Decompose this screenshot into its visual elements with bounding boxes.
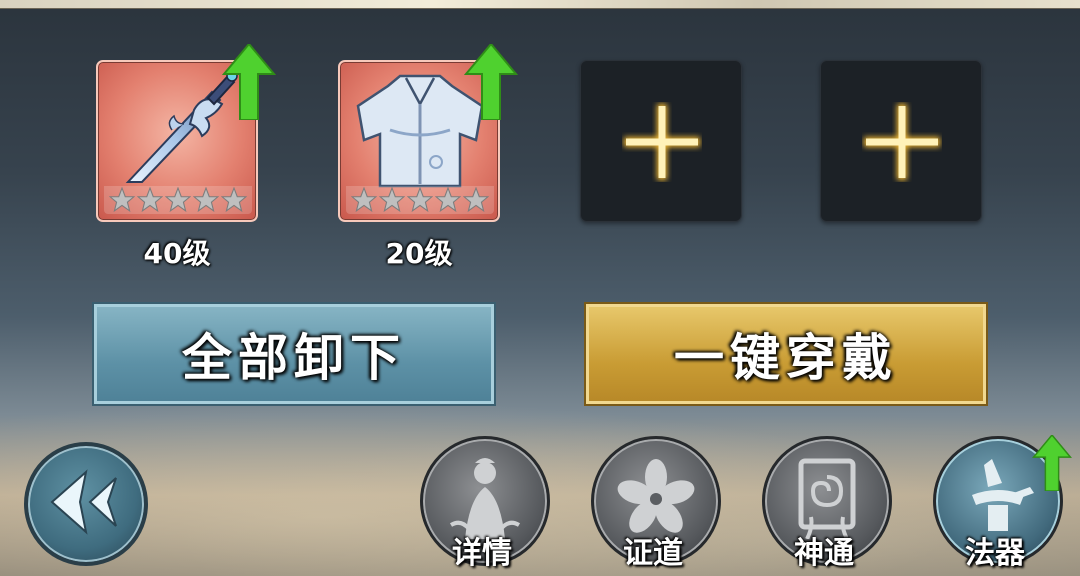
talisman-icon — [798, 458, 856, 539]
flower-icon — [617, 459, 695, 533]
star-icon — [435, 187, 461, 213]
plus-icon — [624, 104, 700, 180]
star-icon — [221, 187, 247, 213]
dao-label: 证道 — [623, 536, 683, 571]
star-icon — [379, 187, 405, 213]
star-rating — [346, 186, 494, 214]
details-label: 详情 — [452, 536, 512, 571]
star-icon — [165, 187, 191, 213]
star-icon — [463, 187, 489, 213]
equipment-slot-sword[interactable] — [96, 44, 276, 222]
item-level: 40级 — [143, 237, 211, 270]
unequip-all-button[interactable]: 全部卸下 — [94, 304, 494, 404]
top-banner-strip — [0, 0, 1080, 9]
star-icon — [407, 187, 433, 213]
back-button[interactable] — [24, 442, 148, 566]
star-icon — [193, 187, 219, 213]
equip-all-button[interactable]: 一键穿戴 — [586, 304, 986, 404]
back-arrow-icon — [50, 469, 117, 535]
star-rating — [104, 186, 252, 214]
star-icon — [109, 187, 135, 213]
star-icon — [351, 187, 377, 213]
divine-power-label: 神通 — [794, 536, 854, 571]
artifact-label: 法器 — [965, 536, 1025, 571]
equipment-slot-robe[interactable] — [338, 44, 518, 222]
upgrade-arrow-icon — [464, 44, 518, 120]
character-icon — [449, 458, 521, 539]
upgrade-arrow-icon — [222, 44, 276, 120]
upgrade-arrow-icon — [1032, 435, 1072, 491]
equipment-slot-empty[interactable] — [820, 60, 982, 222]
artifact-icon — [972, 459, 1034, 531]
plus-icon — [864, 104, 940, 180]
item-level: 20级 — [385, 237, 453, 270]
star-icon — [137, 187, 163, 213]
equipment-slot-empty[interactable] — [580, 60, 742, 222]
